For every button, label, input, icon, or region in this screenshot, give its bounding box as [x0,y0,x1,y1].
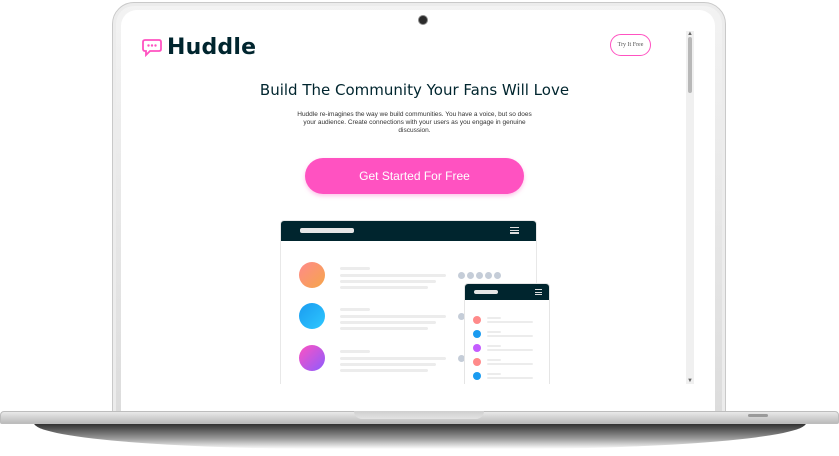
placeholder-line [340,327,428,330]
placeholder-line [340,308,370,311]
placeholder-line [340,274,446,277]
placeholder-dot [467,272,474,279]
placeholder-line [340,280,436,283]
placeholder-line [340,321,436,324]
try-it-free-button[interactable]: Try It Free [610,34,651,56]
avatar [473,316,481,324]
placeholder-line [340,267,370,270]
vertical-scrollbar[interactable]: ▲ ▼ [686,31,694,384]
placeholder-line [487,359,501,361]
brand-name: Huddle [167,35,257,60]
placeholder-dot [458,272,465,279]
placeholder-line [487,349,533,351]
laptop-hinge-notch [354,411,484,419]
mockup-mobile-navbar [465,284,549,300]
placeholder-line [487,335,533,337]
mobile-mockup-illustration [464,283,550,384]
placeholder-line [487,317,501,319]
get-started-button[interactable]: Get Started For Free [305,158,524,194]
placeholder-line [340,357,446,360]
scroll-down-arrow-icon[interactable]: ▼ [687,378,693,384]
laptop-base-shadow [34,423,806,449]
placeholder-line [487,345,501,347]
scrollbar-thumb[interactable] [688,37,692,93]
placeholder-line [340,369,428,372]
placeholder-line [340,350,370,353]
avatar [473,358,481,366]
placeholder-line [487,377,533,379]
placeholder-line [487,331,501,333]
hamburger-menu-icon [510,227,519,235]
avatar [473,330,481,338]
placeholder-line [487,373,501,375]
avatar [473,372,481,380]
hero-description: Huddle re-imagines the way we build comm… [297,111,532,134]
mockup-logo-placeholder [474,290,498,294]
mockup-logo-placeholder [300,228,354,233]
placeholder-line [340,363,436,366]
mockup-navbar [281,221,536,241]
placeholder-dot [476,272,483,279]
hero-headline: Build The Community Your Fans Will Love [259,81,570,99]
laptop-indicator-light [748,414,768,417]
placeholder-line [487,363,533,365]
browser-viewport: Huddle Try It Free Build The Community Y… [142,31,694,384]
chat-bubble-icon [142,38,162,57]
avatar [299,303,325,329]
avatar [473,344,481,352]
avatar [299,262,325,288]
camera-icon [418,15,428,25]
placeholder-dot [485,272,492,279]
placeholder-line [340,315,446,318]
brand-logo[interactable]: Huddle [142,35,256,60]
hamburger-menu-icon [535,289,542,297]
placeholder-dot [494,272,501,279]
placeholder-line [487,321,533,323]
avatar [299,345,325,371]
placeholder-line [340,286,428,289]
